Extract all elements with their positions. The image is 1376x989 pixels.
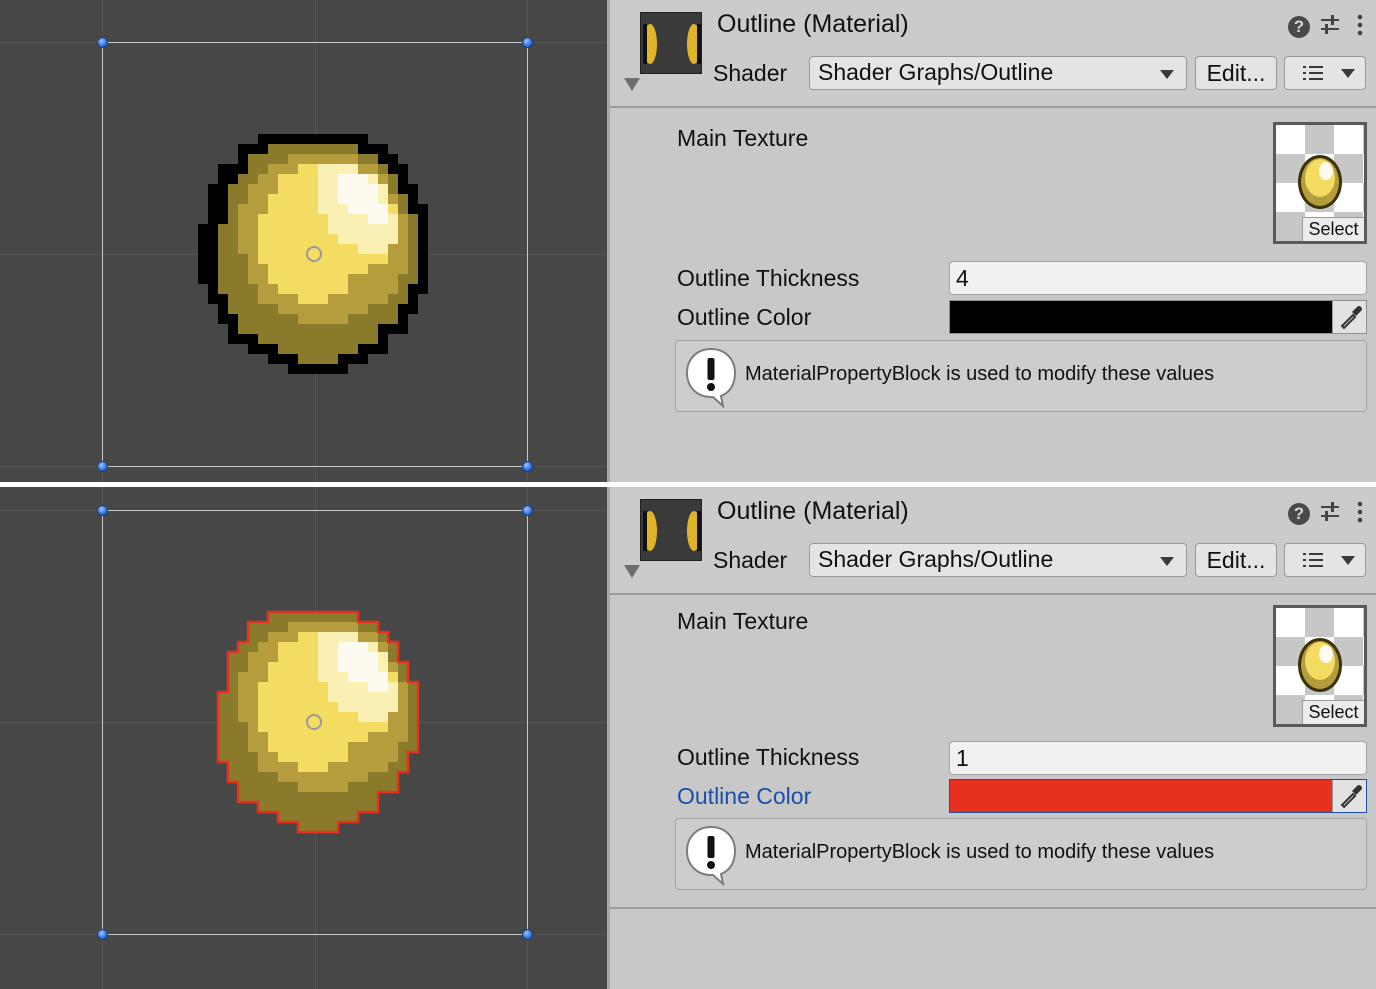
rect-handle-bottom-right[interactable]	[522, 929, 533, 940]
main-texture-slot[interactable]: Select	[1273, 122, 1367, 244]
scene-view[interactable]	[0, 0, 607, 482]
material-inspector: Outline (Material) ? Shader Shader Graph…	[607, 487, 1376, 989]
rect-handle-top-left[interactable]	[97, 505, 108, 516]
scene-view[interactable]	[0, 487, 607, 989]
shader-label: Shader	[713, 60, 788, 86]
chevron-down-icon	[1160, 557, 1174, 566]
help-icon[interactable]: ?	[1288, 16, 1310, 38]
outline-color-field[interactable]	[949, 300, 1367, 334]
texture-select-button[interactable]: Select	[1302, 217, 1364, 241]
shader-options-button[interactable]	[1284, 56, 1366, 90]
comparison-top: Outline (Material) ? Shader Shader Graph…	[0, 0, 1376, 482]
shader-dropdown[interactable]: Shader Graphs/Outline	[809, 56, 1187, 90]
shader-dropdown-value: Shader Graphs/Outline	[818, 59, 1054, 85]
foldout-arrow-icon[interactable]	[624, 565, 640, 578]
outline-color-label: Outline Color	[677, 783, 812, 809]
kebab-menu-icon[interactable]	[1348, 14, 1372, 41]
material-header: Outline (Material) ? Shader Shader Graph…	[610, 487, 1376, 595]
outline-color-swatch[interactable]	[950, 301, 1332, 333]
chevron-down-icon	[1341, 556, 1355, 565]
rect-handle-top-right[interactable]	[522, 505, 533, 516]
helpbox-warning: MaterialPropertyBlock is used to modify …	[675, 340, 1367, 412]
helpbox-message: MaterialPropertyBlock is used to modify …	[745, 841, 1215, 863]
material-preview	[640, 12, 702, 74]
material-title: Outline (Material)	[717, 10, 909, 38]
material-inspector: Outline (Material) ? Shader Shader Graph…	[607, 0, 1376, 482]
outline-thickness-label: Outline Thickness	[677, 744, 860, 770]
rect-handle-top-left[interactable]	[97, 37, 108, 48]
material-preview-image	[641, 13, 701, 73]
pivot-handle[interactable]	[306, 246, 322, 262]
rect-handle-bottom-left[interactable]	[97, 929, 108, 940]
eyedropper-icon	[1340, 306, 1362, 330]
helpbox-warning: MaterialPropertyBlock is used to modify …	[675, 818, 1367, 890]
rect-handle-bottom-right[interactable]	[522, 461, 533, 472]
comparison-bottom: Outline (Material) ? Shader Shader Graph…	[0, 487, 1376, 989]
chevron-down-icon	[1341, 69, 1355, 78]
list-menu-icon	[1303, 553, 1323, 567]
texture-thumbnail	[1298, 155, 1342, 209]
eyedropper-button[interactable]	[1332, 780, 1366, 812]
texture-select-button[interactable]: Select	[1302, 700, 1364, 724]
edit-shader-button[interactable]: Edit...	[1195, 543, 1277, 577]
material-title: Outline (Material)	[717, 497, 909, 525]
main-texture-slot[interactable]: Select	[1273, 605, 1367, 727]
main-texture-label: Main Texture	[677, 125, 809, 151]
texture-thumbnail	[1298, 638, 1342, 692]
outline-thickness-input[interactable]: 4	[949, 261, 1367, 295]
kebab-menu-icon[interactable]	[1348, 501, 1372, 528]
outline-color-label: Outline Color	[677, 304, 812, 330]
chevron-down-icon	[1160, 70, 1174, 79]
inspector-section-divider	[610, 907, 1376, 909]
foldout-arrow-icon[interactable]	[624, 78, 640, 91]
list-menu-icon	[1303, 66, 1323, 80]
material-preview	[640, 499, 702, 561]
help-icon[interactable]: ?	[1288, 503, 1310, 525]
material-preview-image	[641, 500, 701, 560]
shader-dropdown[interactable]: Shader Graphs/Outline	[809, 543, 1187, 577]
shader-dropdown-value: Shader Graphs/Outline	[818, 546, 1054, 572]
outline-color-swatch[interactable]	[950, 780, 1332, 812]
eyedropper-icon	[1340, 785, 1362, 809]
preset-sliders-icon[interactable]	[1318, 14, 1342, 41]
rect-handle-top-right[interactable]	[522, 37, 533, 48]
pivot-handle[interactable]	[306, 714, 322, 730]
edit-shader-button[interactable]: Edit...	[1195, 56, 1277, 90]
warning-bubble-icon	[685, 825, 737, 886]
eyedropper-button[interactable]	[1332, 301, 1366, 333]
preset-sliders-icon[interactable]	[1318, 501, 1342, 528]
warning-bubble-icon	[685, 347, 737, 408]
shader-options-button[interactable]	[1284, 543, 1366, 577]
outline-color-field[interactable]	[949, 779, 1367, 813]
outline-thickness-label: Outline Thickness	[677, 265, 860, 291]
main-texture-label: Main Texture	[677, 608, 809, 634]
outline-thickness-input[interactable]: 1	[949, 741, 1367, 775]
shader-label: Shader	[713, 547, 788, 573]
material-header: Outline (Material) ? Shader Shader Graph…	[610, 0, 1376, 108]
rect-handle-bottom-left[interactable]	[97, 461, 108, 472]
helpbox-message: MaterialPropertyBlock is used to modify …	[745, 363, 1215, 385]
